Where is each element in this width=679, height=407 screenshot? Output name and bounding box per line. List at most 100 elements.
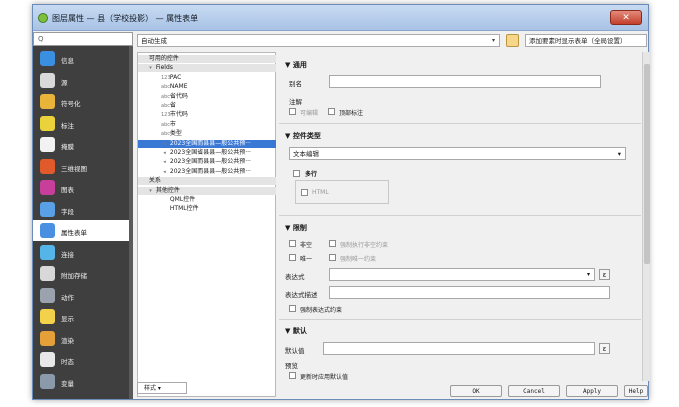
sidebar-item-mask[interactable]: 掩膜 [33,134,129,155]
label-on-top-checkbox[interactable] [328,108,335,115]
tree-item[interactable]: 123 市代码 [138,111,276,119]
widget-type-select[interactable]: 文本编辑 ▾ [289,147,626,160]
sidebar-item-symbology[interactable]: 符号化 [33,91,129,112]
auxiliary-storage-icon [40,266,55,281]
cancel-button[interactable]: Cancel [508,385,560,397]
tree-item[interactable]: 123 PAC [138,74,276,82]
enforce-unique-checkbox[interactable] [329,254,336,261]
form-scrollbar[interactable] [642,52,650,381]
tree-item-label: PAC [169,73,182,81]
multiline-label: 多行 [305,171,318,178]
layout-mode-select[interactable]: 自动生成 ▾ [137,34,500,47]
field-type-icon: abc [161,131,170,138]
style-select[interactable]: 样式 ▾ [137,382,187,394]
sidebar-item-label: 掩膜 [61,143,74,151]
preview-label: 预览 [285,362,298,370]
info-icon [40,51,55,66]
close-button[interactable]: ✕ [610,10,642,25]
sidebar-item-info[interactable]: 信息 [33,48,129,69]
actions-icon [40,287,55,303]
tree-item[interactable]: QML控件 [138,196,276,204]
expression-description-input[interactable] [329,286,610,299]
sidebar-item-auxiliary-storage[interactable]: 附加存储 [33,263,129,284]
sidebar-item-label: 标注 [61,121,74,130]
help-button[interactable]: Help [624,385,648,397]
tree-item[interactable]: ▾ 其他控件 [138,186,276,195]
sidebar-item-fields[interactable]: 字段 [33,199,129,220]
tree-item[interactable]: ◂ 2023全国而县县—般公共预··· [138,139,276,148]
layer-properties-window: 图层属性 — 县（学校投影） — 属性表单 ✕ Q 信息源符号化标注掩膜三维视图… [32,4,650,400]
default-value-input[interactable] [323,342,595,355]
tree-item[interactable]: abc 市 [138,121,276,129]
sidebar-item-attributes-form[interactable]: 属性表单 [33,220,129,241]
tree-item-label: HTML控件 [169,205,199,213]
tree-item[interactable]: abc NAME [138,83,276,91]
expression-builder-button[interactable]: ε [599,269,610,280]
3d-view-icon [40,158,55,174]
editable-checkbox[interactable] [289,108,296,115]
tree-item-label: 2023全国而县县—般公共预··· [169,167,251,175]
general-section-header[interactable]: ▼ 通用 [285,60,307,70]
enforce-expression-checkbox[interactable] [289,305,296,312]
tree-item-label: 2023全国省县县—般公共预··· [169,149,251,156]
default-expression-button[interactable]: ε [599,343,610,354]
sidebar-scrollbar[interactable] [129,46,133,399]
constraints-section-header[interactable]: ▼ 限制 [285,223,307,233]
alias-input[interactable] [329,75,601,88]
apply-button[interactable]: Apply [566,385,618,397]
sidebar-item-source[interactable]: 源 [33,70,129,91]
field-type-icon: ◂ [163,140,166,147]
expression-description-label: 表达式描述 [285,291,318,299]
tree-item-label: 市代码 [169,111,188,119]
sidebar-item-diagram[interactable]: 图表 [33,177,129,198]
sidebar-item-joins[interactable]: 连接 [33,242,129,263]
sidebar-item-display[interactable]: 显示 [33,306,129,327]
html-checkbox[interactable] [301,189,308,196]
apply-on-update-checkbox[interactable] [289,372,296,379]
sidebar-item-label: 渲染 [61,336,74,345]
ok-button[interactable]: OK [450,385,502,397]
sidebar-item-actions[interactable]: 动作 [33,285,129,306]
sidebar-item-temporal[interactable]: 时态 [33,349,129,370]
tree-item[interactable]: ◂ 2023全国省县县—般公共预··· [138,149,276,157]
tree-item-label: 省 [169,102,176,109]
multiline-checkbox[interactable] [293,170,300,177]
enforce-not-null-checkbox[interactable] [329,240,336,247]
tree-item-label: 2023全国而县县—般公共预··· [169,158,251,166]
constraint-expression-input[interactable]: ▾ [329,268,595,281]
sidebar-item-label: 变量 [61,379,74,388]
sidebar-item-label: 属性表单 [61,229,87,237]
sidebar-item-rendering[interactable]: 渲染 [33,328,129,349]
tree-item-label: 可用的控件 [148,55,179,62]
tree-item[interactable]: HTML控件 [138,205,276,213]
sidebar-item-label: 动作 [61,293,74,302]
tree-item[interactable]: 关系 [138,177,276,186]
scroll-thumb[interactable] [644,64,650,264]
defaults-section-header[interactable]: ▼ 默认 [285,326,307,336]
tree-item[interactable]: abc 类型 [138,130,276,138]
divider [279,215,641,216]
mask-icon [40,137,55,152]
tree-item[interactable]: ◂ 2023全国而县县—般公共预··· [138,168,276,176]
source-icon [40,72,55,88]
not-null-label: 非空 [300,242,313,249]
tree-item-label: 市 [169,120,176,128]
tree-item[interactable]: ▾ Fields [138,64,276,73]
sidebar-item-3d-view[interactable]: 三维视图 [33,156,129,177]
window-title: 图层属性 — 县（学校投影） — 属性表单 [52,14,199,23]
sidebar-item-variables[interactable]: 变量 [33,371,129,392]
unique-checkbox[interactable] [289,254,296,261]
sidebar-search-input[interactable]: Q [33,32,133,46]
not-null-checkbox[interactable] [289,240,296,247]
tree-item-label: Fields [155,64,173,72]
python-init-button[interactable] [506,34,519,47]
sidebar-item-labels[interactable]: 标注 [33,113,129,134]
tree-item[interactable]: 可用的控件 [138,55,276,63]
enforce-not-null-label: 强制执行非空约束 [340,242,389,249]
html-option-box: HTML [295,180,389,204]
feature-form-suppress-select[interactable]: 添加要素时显示表单（全局设置） [525,34,647,47]
tree-item[interactable]: ◂ 2023全国而县县—般公共预··· [138,158,276,166]
tree-item[interactable]: abc 省 [138,102,276,110]
widget-type-section-header[interactable]: ▼ 控件类型 [285,131,321,141]
tree-item[interactable]: abc 省代码 [138,93,276,101]
